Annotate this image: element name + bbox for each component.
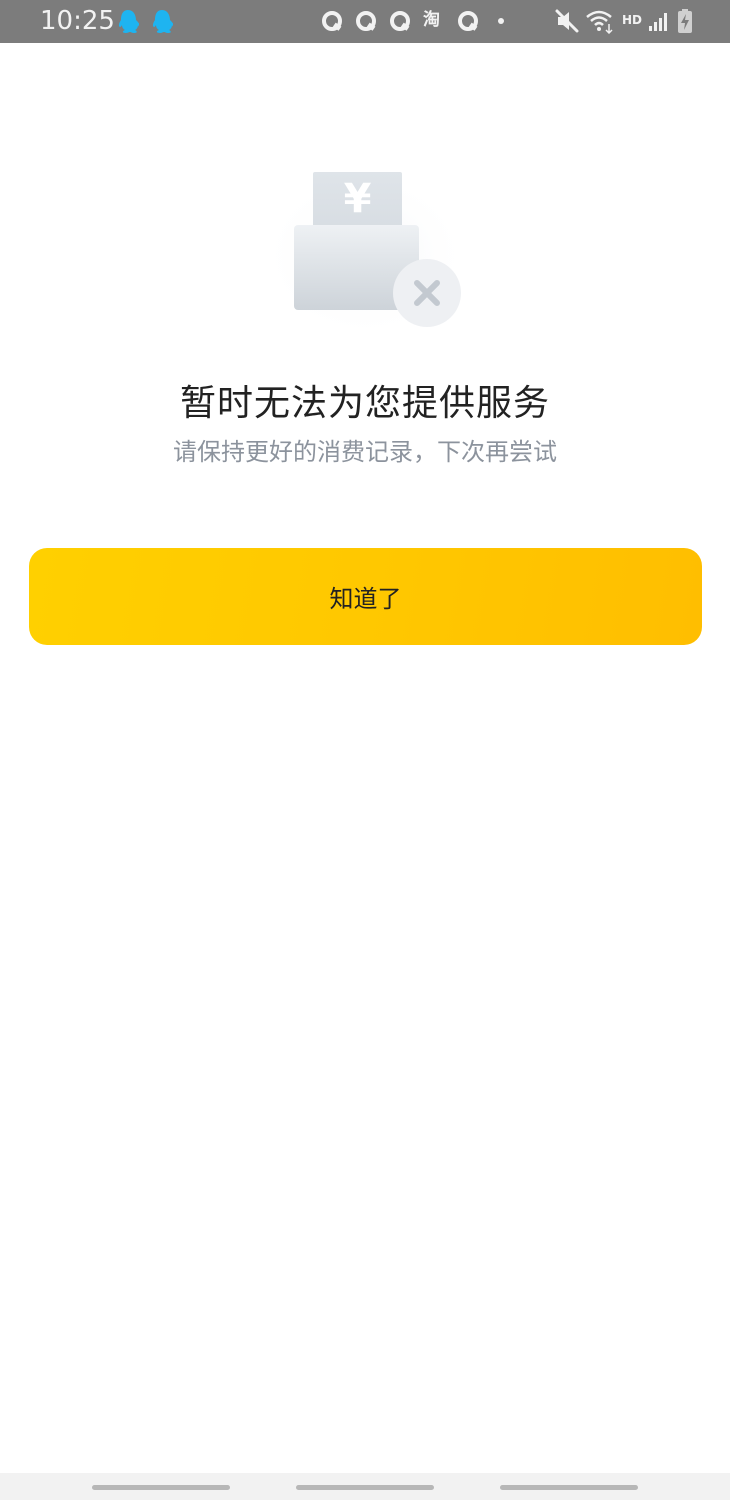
more-dot-icon	[498, 18, 504, 24]
app-q-icon	[458, 11, 478, 31]
got-it-button[interactable]: 知道了	[29, 548, 702, 645]
mute-icon	[555, 9, 579, 33]
wifi-icon	[586, 10, 613, 34]
nav-handle-right[interactable]	[500, 1485, 638, 1490]
page-subtitle: 请保持更好的消费记录，下次再尝试	[173, 438, 557, 466]
qq-icon	[118, 10, 139, 33]
status-time: 10:25	[40, 6, 115, 36]
nav-handle-center[interactable]	[296, 1485, 434, 1490]
error-page: 10:25 淘 HD ¥ 暂时无法为您提供服务 请保持更好的消费记录，下次再尝试…	[0, 0, 730, 1500]
signal-icon	[649, 13, 667, 31]
qq-icon	[152, 10, 173, 33]
yuan-symbol: ¥	[343, 176, 372, 222]
nav-handle-left[interactable]	[92, 1485, 230, 1490]
taobao-icon: 淘	[423, 10, 440, 30]
battery-charging-icon	[678, 9, 692, 33]
system-nav-bar	[0, 1473, 730, 1500]
status-bar: 10:25 淘 HD	[0, 0, 730, 43]
page-title: 暂时无法为您提供服务	[179, 383, 550, 424]
app-q-icon	[390, 11, 410, 31]
app-q-icon	[322, 11, 342, 31]
network-type-label: HD	[622, 13, 643, 27]
app-q-icon	[356, 11, 376, 31]
